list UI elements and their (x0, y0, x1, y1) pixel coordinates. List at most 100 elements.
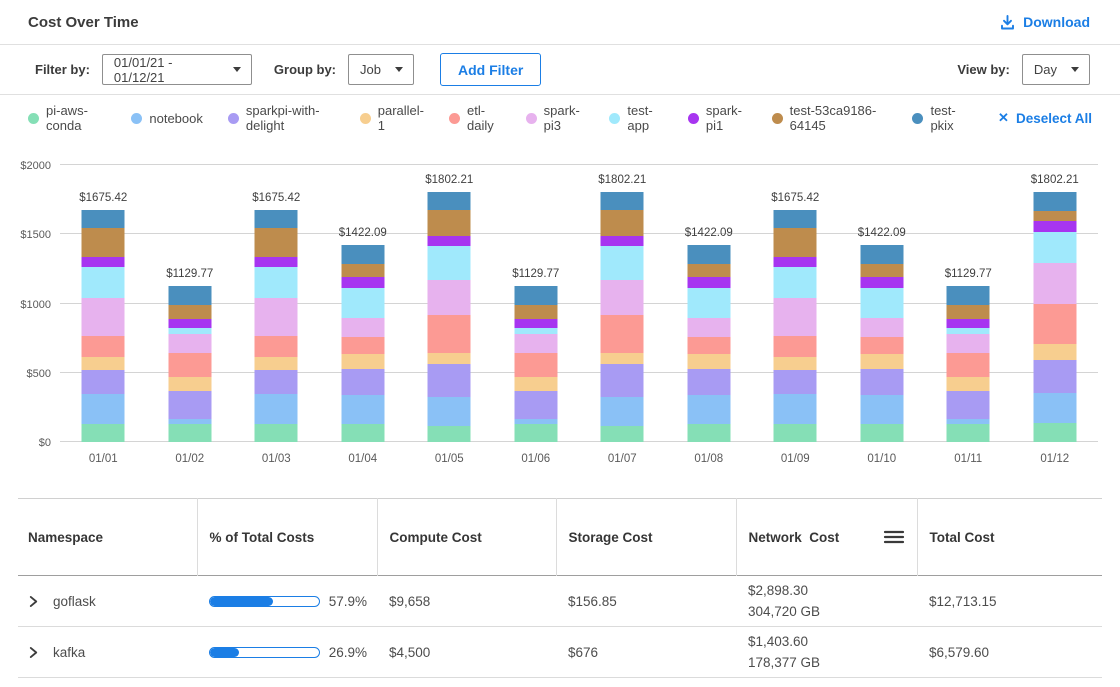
col-header-network[interactable]: Network Cost (736, 499, 917, 576)
bar-segment-pi-aws-conda[interactable] (601, 426, 644, 442)
bar-segment-spark-pi3[interactable] (428, 280, 471, 316)
bar-segment-test-app[interactable] (255, 267, 298, 298)
menu-icon[interactable] (883, 529, 905, 545)
bar-segment-pi-aws-conda[interactable] (255, 424, 298, 442)
bar-segment-parallel-1[interactable] (514, 377, 557, 392)
legend-item-test-app[interactable]: test-app (609, 103, 662, 133)
bar-segment-test-pkix[interactable] (255, 210, 298, 228)
bar-segment-etl-daily[interactable] (860, 337, 903, 354)
bar-segment-sparkpi-with-delight[interactable] (947, 391, 990, 419)
col-header-compute[interactable]: Compute Cost (377, 499, 556, 576)
bar-segment-spark-pi1[interactable] (860, 277, 903, 288)
bar-segment-parallel-1[interactable] (341, 354, 384, 369)
download-button[interactable]: Download (999, 14, 1090, 31)
stacked-bar-01/09[interactable] (774, 210, 817, 442)
bar-segment-test-53ca9186-64145[interactable] (428, 210, 471, 236)
bar-segment-test-app[interactable] (341, 288, 384, 318)
bar-segment-notebook[interactable] (255, 394, 298, 424)
bar-segment-test-pkix[interactable] (168, 286, 211, 305)
date-range-select[interactable]: 01/01/21 - 01/12/21 (102, 54, 252, 85)
legend-item-sparkpi-with-delight[interactable]: sparkpi-with-delight (228, 103, 335, 133)
bar-segment-test-53ca9186-64145[interactable] (947, 305, 990, 319)
bar-segment-parallel-1[interactable] (1033, 344, 1076, 360)
stacked-bar-01/10[interactable] (860, 245, 903, 442)
bar-segment-etl-daily[interactable] (947, 353, 990, 377)
bar-segment-spark-pi1[interactable] (601, 236, 644, 246)
stacked-bar-01/11[interactable] (947, 286, 990, 442)
bar-segment-spark-pi1[interactable] (82, 257, 125, 267)
bar-segment-spark-pi1[interactable] (687, 277, 730, 288)
bar-segment-pi-aws-conda[interactable] (341, 424, 384, 442)
bar-segment-spark-pi3[interactable] (860, 318, 903, 337)
bar-segment-pi-aws-conda[interactable] (774, 424, 817, 442)
bar-segment-spark-pi3[interactable] (341, 318, 384, 337)
bar-segment-test-53ca9186-64145[interactable] (687, 264, 730, 277)
legend-item-test-pkix[interactable]: test-pkix (912, 103, 967, 133)
bar-segment-spark-pi1[interactable] (1033, 221, 1076, 232)
bar-segment-pi-aws-conda[interactable] (687, 424, 730, 442)
bar-segment-etl-daily[interactable] (255, 336, 298, 356)
bar-segment-sparkpi-with-delight[interactable] (687, 369, 730, 395)
bar-segment-test-53ca9186-64145[interactable] (168, 305, 211, 319)
bar-segment-spark-pi1[interactable] (341, 277, 384, 288)
bar-segment-sparkpi-with-delight[interactable] (1033, 360, 1076, 393)
col-header-storage[interactable]: Storage Cost (556, 499, 736, 576)
bar-segment-test-pkix[interactable] (601, 192, 644, 209)
bar-segment-sparkpi-with-delight[interactable] (514, 391, 557, 419)
bar-segment-spark-pi1[interactable] (947, 319, 990, 329)
bar-segment-pi-aws-conda[interactable] (82, 424, 125, 442)
bar-segment-spark-pi3[interactable] (1033, 263, 1076, 303)
expand-row-goflask[interactable]: goflask (28, 594, 187, 609)
bar-segment-pi-aws-conda[interactable] (514, 424, 557, 442)
bar-segment-parallel-1[interactable] (255, 357, 298, 371)
bar-segment-sparkpi-with-delight[interactable] (601, 364, 644, 397)
deselect-all-button[interactable]: ✕ Deselect All (998, 110, 1092, 126)
bar-segment-test-app[interactable] (860, 288, 903, 318)
bar-segment-test-pkix[interactable] (860, 245, 903, 264)
bar-segment-pi-aws-conda[interactable] (168, 424, 211, 442)
bar-segment-spark-pi1[interactable] (514, 319, 557, 329)
bar-segment-etl-daily[interactable] (341, 337, 384, 354)
stacked-bar-01/08[interactable] (687, 245, 730, 442)
bar-segment-notebook[interactable] (601, 397, 644, 426)
legend-item-spark-pi3[interactable]: spark-pi3 (526, 103, 585, 133)
bar-segment-etl-daily[interactable] (82, 336, 125, 356)
stacked-bar-01/02[interactable] (168, 286, 211, 442)
bar-segment-sparkpi-with-delight[interactable] (255, 370, 298, 394)
stacked-bar-01/04[interactable] (341, 245, 384, 442)
stacked-bar-01/06[interactable] (514, 286, 557, 442)
bar-segment-test-53ca9186-64145[interactable] (1033, 211, 1076, 222)
legend-item-test-53ca9186-64145[interactable]: test-53ca9186-64145 (772, 103, 888, 133)
bar-segment-pi-aws-conda[interactable] (860, 424, 903, 442)
bar-segment-test-pkix[interactable] (341, 245, 384, 264)
bar-segment-spark-pi3[interactable] (774, 298, 817, 336)
bar-segment-notebook[interactable] (82, 394, 125, 424)
stacked-bar-01/03[interactable] (255, 210, 298, 442)
stacked-bar-01/07[interactable] (601, 192, 644, 442)
legend-item-parallel-1[interactable]: parallel-1 (360, 103, 424, 133)
bar-segment-test-53ca9186-64145[interactable] (341, 264, 384, 277)
stacked-bar-01/05[interactable] (428, 192, 471, 442)
bar-segment-parallel-1[interactable] (601, 353, 644, 364)
bar-segment-spark-pi1[interactable] (774, 257, 817, 267)
bar-segment-pi-aws-conda[interactable] (428, 426, 471, 442)
bar-segment-test-53ca9186-64145[interactable] (255, 228, 298, 257)
bar-segment-test-pkix[interactable] (1033, 192, 1076, 210)
legend-item-etl-daily[interactable]: etl-daily (449, 103, 501, 133)
bar-segment-test-app[interactable] (687, 288, 730, 318)
bar-segment-test-pkix[interactable] (514, 286, 557, 305)
bar-segment-spark-pi3[interactable] (255, 298, 298, 336)
bar-segment-parallel-1[interactable] (687, 354, 730, 369)
bar-segment-test-app[interactable] (1033, 232, 1076, 264)
bar-segment-spark-pi1[interactable] (168, 319, 211, 329)
bar-segment-test-53ca9186-64145[interactable] (860, 264, 903, 277)
bar-segment-test-pkix[interactable] (82, 210, 125, 228)
bar-segment-notebook[interactable] (1033, 393, 1076, 423)
bar-segment-etl-daily[interactable] (774, 336, 817, 356)
legend-item-spark-pi1[interactable]: spark-pi1 (688, 103, 747, 133)
bar-segment-test-pkix[interactable] (774, 210, 817, 228)
bar-segment-notebook[interactable] (774, 394, 817, 424)
bar-segment-test-53ca9186-64145[interactable] (82, 228, 125, 257)
bar-segment-spark-pi3[interactable] (687, 318, 730, 337)
legend-item-pi-aws-conda[interactable]: pi-aws-conda (28, 103, 106, 133)
